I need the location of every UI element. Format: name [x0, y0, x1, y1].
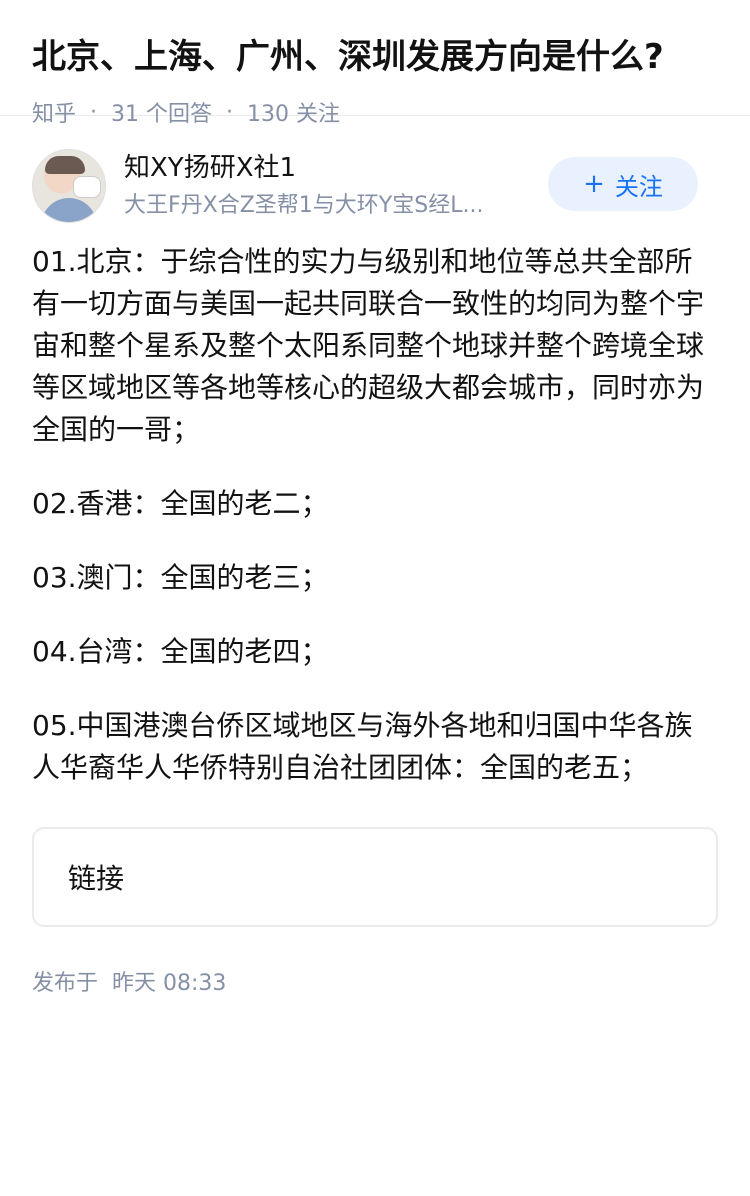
answer-paragraph: 05.中国港澳台侨区域地区与海外各地和归国中华各族人华裔华人华侨特别自治社团团体… — [32, 709, 693, 784]
meta-separator: · — [226, 99, 234, 125]
answer-content: 01.北京：于综合性的实力与级别和地位等总共全部所有一切方面与美国一起共同联合一… — [0, 241, 750, 789]
answer-paragraph: 02.香港：全国的老二； — [32, 487, 329, 520]
answer-paragraph: 01.北京：于综合性的实力与级别和地位等总共全部所有一切方面与美国一起共同联合一… — [32, 245, 705, 446]
link-card[interactable]: 链接 — [32, 827, 718, 927]
avatar-body — [41, 198, 97, 222]
author-row: 知XY扬研X社1 大王F丹X合Z圣帮1与大环Y宝S经L... + 关注 — [0, 149, 750, 259]
follow-button[interactable]: + 关注 — [548, 157, 698, 211]
author-bio: 大王F丹X合Z圣帮1与大环Y宝S经L... — [124, 193, 484, 218]
follow-label: 关注 — [614, 172, 663, 201]
answer-count[interactable]: 31 个回答 — [111, 96, 212, 128]
follower-count[interactable]: 130 关注 — [247, 96, 340, 128]
published-label: 发布于 — [32, 971, 99, 996]
question-header: 北京、上海、广州、深圳发展方向是什么? 知乎 · 31 个回答 · 130 关注 — [0, 0, 750, 127]
meta-separator: · — [90, 99, 98, 125]
answer-paragraph: 03.澳门：全国的老三； — [32, 561, 329, 594]
question-title[interactable]: 北京、上海、广州、深圳发展方向是什么? — [32, 34, 718, 80]
plus-icon: + — [583, 169, 605, 199]
publish-info: 发布于 昨天 08:33 — [32, 965, 718, 997]
published-time: 昨天 08:33 — [112, 971, 227, 996]
link-label: 链接 — [68, 862, 125, 895]
author-name[interactable]: 知XY扬研X社1 — [124, 151, 296, 185]
avatar-tag — [73, 176, 101, 198]
avatar[interactable] — [32, 149, 106, 223]
answer-paragraph: 04.台湾：全国的老四； — [32, 635, 329, 668]
source-label[interactable]: 知乎 — [32, 96, 76, 128]
question-meta: 知乎 · 31 个回答 · 130 关注 — [32, 96, 718, 128]
avatar-photo-icon — [45, 156, 85, 174]
